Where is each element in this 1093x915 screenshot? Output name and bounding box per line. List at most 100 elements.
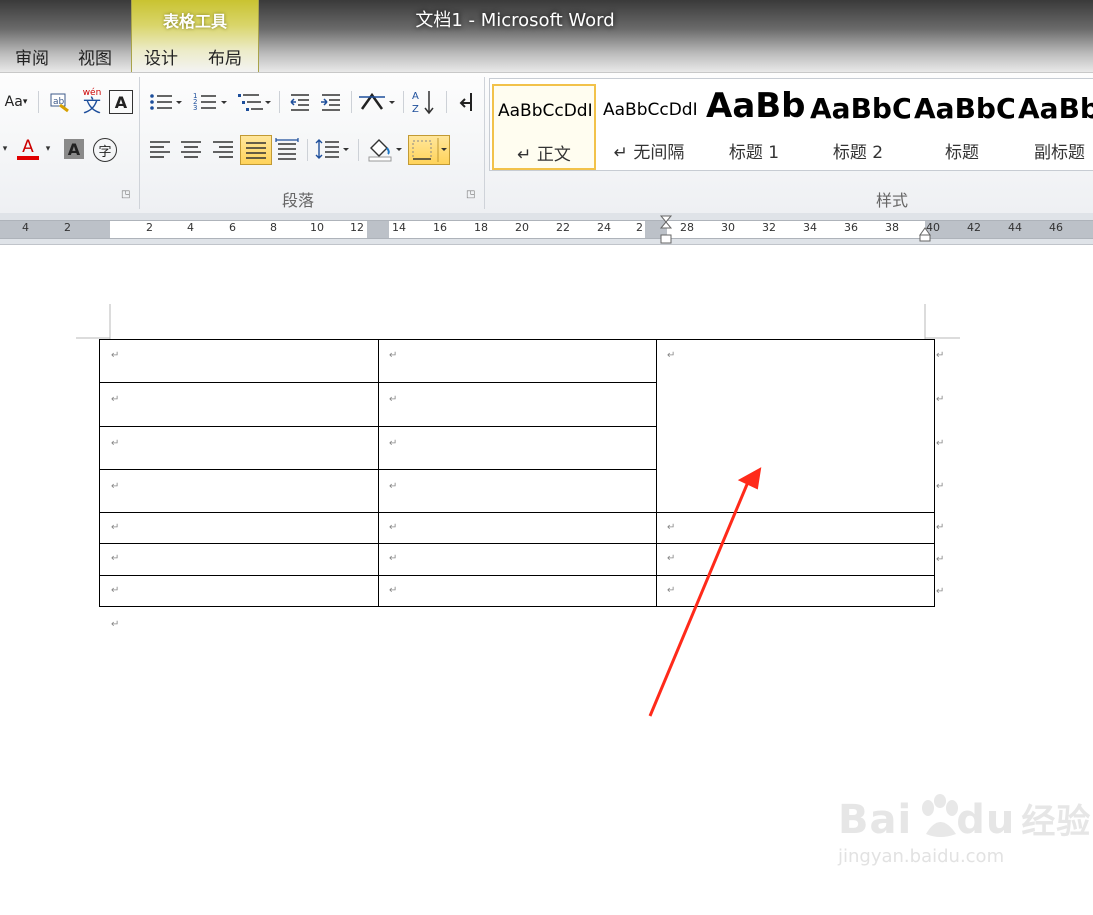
separator (307, 139, 308, 161)
ruler-label: 46 (1049, 221, 1063, 234)
shading-button[interactable] (366, 135, 404, 163)
increase-indent-button[interactable] (318, 89, 344, 115)
enclose-char-button[interactable]: 字 (93, 138, 117, 162)
style-item-subtitle[interactable]: AaBb 副标题 (1014, 84, 1093, 166)
table-cell[interactable]: ↵ (378, 339, 657, 383)
tab-layout[interactable]: 布局 (208, 44, 242, 69)
chinese-layout-button[interactable] (357, 89, 397, 115)
justify-button[interactable] (240, 135, 272, 165)
baidu-watermark: Bai du 经验 jingyan.baidu.com (838, 794, 1091, 867)
table-cell[interactable]: ↵ (99, 382, 379, 427)
numbering-button[interactable]: 123 (192, 89, 228, 115)
paragraph-mark: ↵ (389, 438, 398, 449)
style-item-heading-2[interactable]: AaBbC 标题 2 (806, 84, 910, 166)
end-of-row-mark: ↵ (936, 394, 945, 405)
align-center-icon (181, 141, 201, 158)
separator (279, 91, 280, 113)
ruler-label: 4 (22, 221, 29, 234)
style-item-normal[interactable]: AaBbCcDdI ↵ 正文 (492, 84, 596, 170)
style-preview: AaBbC (810, 92, 910, 125)
align-right-button[interactable] (210, 136, 236, 162)
clear-format-button[interactable]: ab (46, 89, 72, 115)
char-shading-button[interactable]: A (64, 139, 84, 159)
table-cell[interactable]: ↵ (378, 426, 657, 470)
change-case-button[interactable]: Aa ▾ (0, 89, 32, 115)
table-cell[interactable]: ↵ (99, 543, 379, 576)
align-left-icon (150, 141, 170, 158)
style-name: ↵ 无间隔 (613, 143, 685, 163)
tab-review[interactable]: 审阅 (15, 44, 49, 69)
end-of-row-mark: ↵ (936, 481, 945, 492)
chinese-layout-icon (359, 92, 395, 110)
indent-marker-icon[interactable] (659, 215, 673, 245)
ribbon: Aa ▾ ab wén 文 A ▾ A ▾ A 字 ◳ 123 AZ 段落 ◳ … (0, 72, 1093, 214)
show-marks-button[interactable] (455, 89, 477, 115)
table-cell[interactable]: ↵ (99, 512, 379, 544)
table-cell[interactable]: ↵ (378, 575, 657, 607)
end-of-row-mark: ↵ (936, 586, 945, 597)
ruler-label: 2 (146, 221, 153, 234)
multilevel-list-icon (238, 94, 271, 111)
table-cell[interactable]: ↵ (378, 512, 657, 544)
sort-button[interactable]: AZ (410, 87, 436, 117)
align-left-button[interactable] (147, 136, 173, 162)
ruler-label: 32 (762, 221, 776, 234)
style-preview: AaBbCcDdI (603, 100, 698, 120)
table-cell[interactable]: ↵ (656, 512, 935, 544)
table-cell[interactable]: ↵ (656, 543, 935, 576)
align-center-button[interactable] (178, 136, 204, 162)
paragraph-dialog-launcher[interactable]: ◳ (466, 189, 475, 200)
style-item-title[interactable]: AaBbC 标题 (910, 84, 1014, 166)
table-cell[interactable]: ↵ (99, 426, 379, 470)
right-indent-marker-icon[interactable] (918, 227, 932, 243)
font-color-button[interactable]: A (16, 135, 40, 163)
separator (358, 139, 359, 161)
table-cell[interactable]: ↵ (99, 339, 379, 383)
table-row: ↵ ↵ ↵ (99, 575, 935, 607)
paragraph-mark: ↵ (389, 522, 398, 533)
phonetic-guide-button[interactable]: wén 文 (78, 87, 106, 117)
decrease-indent-button[interactable] (287, 89, 313, 115)
document-table[interactable]: ↵ ↵ ↵ ↵ ↵ ↵ ↵ ↵ ↵ ↵ ↵ ↵ ↵ ↵ ↵ ↵ ↵ ↵ (99, 339, 935, 607)
font-dialog-launcher[interactable]: ◳ (121, 189, 130, 200)
watermark-brand-2: du (956, 797, 1016, 843)
merged-cell[interactable]: ↵ (656, 339, 935, 513)
horizontal-ruler[interactable]: 4 2 2 4 6 8 10 12 14 16 18 20 22 24 2 28… (0, 213, 1093, 245)
borders-button[interactable] (408, 135, 450, 165)
group-separator (139, 77, 140, 209)
bullets-button[interactable] (147, 89, 183, 115)
ruler-margin-left (0, 220, 110, 239)
paragraph-mark: ↵ (389, 481, 398, 492)
watermark-url: jingyan.baidu.com (838, 846, 1005, 867)
multilevel-list-button[interactable] (236, 89, 272, 115)
ruler-label: 14 (392, 221, 406, 234)
column-marker[interactable] (367, 220, 389, 239)
paragraph-mark: ↵ (667, 522, 676, 533)
ruler-label: 6 (229, 221, 236, 234)
table-cell[interactable]: ↵ (99, 469, 379, 513)
tab-view[interactable]: 视图 (78, 44, 112, 69)
paint-bucket-icon (368, 139, 402, 162)
paragraph-mark: ↵ (111, 438, 120, 449)
table-cell[interactable]: ↵ (378, 382, 657, 427)
table-cell[interactable]: ↵ (656, 575, 935, 607)
ruler-label: 16 (433, 221, 447, 234)
end-of-row-mark: ↵ (936, 522, 945, 533)
style-item-no-spacing[interactable]: AaBbCcDdI ↵ 无间隔 (597, 84, 701, 166)
table-cell[interactable]: ↵ (378, 543, 657, 576)
tab-design[interactable]: 设计 (144, 44, 178, 69)
line-spacing-button[interactable] (314, 136, 350, 162)
table-cell[interactable]: ↵ (378, 469, 657, 513)
font-color-dropdown[interactable]: ▾ (42, 136, 54, 162)
table-cell[interactable]: ↵ (99, 575, 379, 607)
paragraph-mark: ↵ (667, 553, 676, 564)
enclose-char: 字 (98, 144, 112, 160)
ruler-label: 36 (844, 221, 858, 234)
style-item-heading-1[interactable]: AaBb 标题 1 (702, 84, 806, 166)
dropdown-arrow[interactable]: ▾ (0, 136, 10, 162)
font-color-bar (17, 155, 39, 160)
paragraph-mark: ↵ (111, 350, 120, 361)
paragraph-mark: ↵ (389, 350, 398, 361)
distributed-button[interactable] (274, 136, 300, 162)
char-border-button[interactable]: A (109, 90, 133, 114)
